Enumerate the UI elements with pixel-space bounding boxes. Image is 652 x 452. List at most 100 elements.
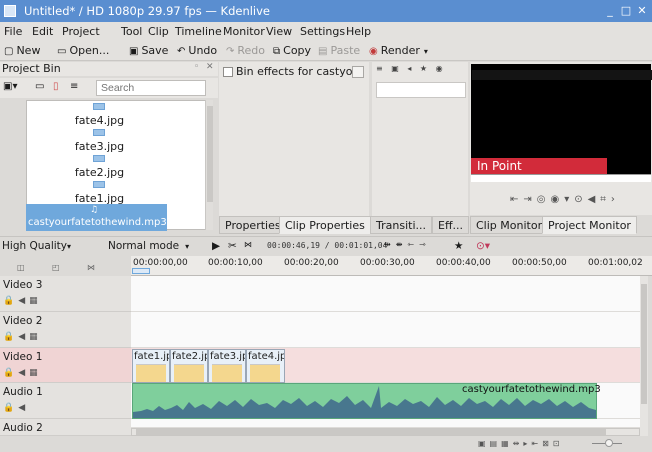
bin-effects-label: Bin effects for castyo... (236, 65, 363, 78)
scrollbar-thumb[interactable] (207, 106, 213, 202)
effect-stack-panel: Bin effects for castyo... (219, 62, 369, 230)
paste-button[interactable]: ▤ Paste (318, 44, 360, 57)
track-video2[interactable] (131, 312, 640, 348)
list-item[interactable]: fate3.jpg (27, 140, 172, 153)
zone-marker[interactable] (132, 268, 150, 274)
menu-help[interactable]: Help (346, 25, 371, 38)
track-header-video1[interactable]: Video 1 🔒◀▦ (0, 348, 131, 383)
video-clip[interactable]: fate2.jpg (170, 349, 208, 383)
clip-label: fate4.jpg (248, 351, 284, 362)
monitor-controls[interactable]: ⇤⇥◎◉▾⊙◀⌗› (510, 194, 650, 208)
monitor-ruler[interactable] (471, 174, 651, 182)
track-header-video2[interactable]: Video 2 🔒◀▦ (0, 312, 131, 348)
quality-dropdown[interactable]: High Quality▾ (2, 240, 71, 252)
video-clip[interactable]: fate4.jpg (246, 349, 285, 383)
expand-icon[interactable]: ◰ (52, 263, 60, 272)
menu-edit[interactable]: Edit (32, 25, 53, 38)
collapse-icon[interactable]: ◫ (17, 263, 25, 272)
menu-clip[interactable]: Clip (148, 25, 169, 38)
timeline-action-icons[interactable]: ⇹⇼⇽⇾ (384, 240, 431, 249)
color-guide-icon[interactable]: ⊙▾ (476, 240, 490, 252)
save-icon: ▣ (129, 46, 139, 57)
timeline-vertical-scrollbar[interactable] (640, 276, 648, 436)
audio-thumbnail-icon: ♫ (90, 205, 99, 215)
scrollbar-thumb[interactable] (641, 284, 647, 404)
properties-toolbar-icons[interactable]: ≡ ▣ ◂ ★ ◉ (376, 64, 466, 78)
menu-settings[interactable]: Settings (300, 25, 345, 38)
redo-icon: ↷ (226, 46, 235, 57)
folder-icon: ▭ (57, 46, 67, 57)
search-input[interactable] (96, 80, 206, 96)
save-button[interactable]: ▣ Save (129, 44, 168, 57)
clip-thumbnail (174, 364, 204, 382)
tab-clip-properties[interactable]: Clip Properties (279, 216, 371, 234)
add-clip-icon[interactable]: ▭ (35, 81, 44, 92)
track-header-audio2[interactable]: Audio 2 (0, 419, 131, 436)
chevron-down-icon: ▾ (67, 242, 72, 251)
list-item[interactable]: fate2.jpg (27, 166, 172, 179)
menu-view[interactable]: View (266, 25, 292, 38)
scrollbar-thumb[interactable] (136, 429, 606, 435)
menu-icon[interactable]: ≡ (70, 81, 78, 92)
menu-file[interactable]: File (4, 25, 22, 38)
track-video3[interactable] (131, 276, 640, 312)
list-item-selected[interactable]: ♫ castyourfatetothewind.mp3 (26, 204, 167, 231)
track-controls-icons[interactable]: 🔒◀▦ (3, 332, 42, 342)
menu-timeline[interactable]: Timeline (175, 25, 222, 38)
tab-effects[interactable]: Eff... (432, 216, 470, 234)
edit-mode-dropdown[interactable]: Normal mode ▾ (108, 240, 189, 252)
image-thumbnail-icon (93, 129, 105, 136)
video-clip[interactable]: fate3.jpg (208, 349, 246, 383)
tab-clip-monitor[interactable]: Clip Monitor (470, 216, 549, 234)
video-clip[interactable]: fate1.jpg (132, 349, 170, 383)
compare-icon[interactable] (352, 66, 364, 78)
track-controls-icons[interactable]: 🔒◀▦ (3, 368, 42, 378)
minimize-icon[interactable]: _ (604, 5, 616, 17)
ruler-tick-label: 00:00:50,00 (512, 258, 567, 268)
track-name: Audio 2 (3, 422, 43, 434)
ruler-tick-label: 00:00:00,00 (133, 258, 188, 268)
copy-button[interactable]: ⧉ Copy (273, 44, 311, 57)
position-icon[interactable]: ⋈ (87, 263, 95, 272)
menu-project[interactable]: Project (62, 25, 100, 38)
new-button[interactable]: ▢ New (4, 44, 40, 57)
in-point-marker: In Point (471, 158, 607, 174)
delete-clip-icon[interactable]: ▯ (53, 81, 59, 92)
status-bar-icons[interactable]: ▣▤▦⇹▸⇤⊠⊡ (478, 439, 564, 448)
zoom-slider-handle[interactable] (605, 439, 613, 447)
track-controls-icons[interactable]: 🔒◀▦ (3, 296, 42, 306)
tab-project-monitor[interactable]: Project Monitor (542, 216, 637, 234)
render-button[interactable]: ◉ Render ▾ (369, 44, 428, 57)
bin-effects-checkbox[interactable] (223, 67, 233, 77)
ruler-tick-label: 00:00:20,00 (284, 258, 339, 268)
track-header-audio1[interactable]: Audio 1 🔒◀ (0, 383, 131, 419)
properties-field[interactable] (376, 82, 466, 98)
selection-tool-icon[interactable]: ▶ (212, 240, 220, 252)
spacer-tool-icon[interactable]: ⋈ (244, 240, 252, 249)
track-audio2[interactable] (131, 419, 640, 428)
razor-tool-icon[interactable]: ✂ (228, 240, 237, 252)
tab-properties[interactable]: Properties (219, 216, 287, 234)
float-panel-icon[interactable]: ◦ (194, 62, 199, 72)
track-name: Video 2 (3, 315, 43, 327)
view-mode-icon[interactable]: ▣▾ (3, 81, 17, 92)
timeline-ruler[interactable]: 00:00:00,00 00:00:10,00 00:00:20,00 00:0… (131, 256, 652, 276)
favorite-icon[interactable]: ★ (454, 240, 463, 252)
ruler-tick-label: 00:00:30,00 (360, 258, 415, 268)
close-panel-icon[interactable]: ✕ (206, 62, 214, 72)
undo-button[interactable]: ↶ Undo (177, 44, 217, 57)
timeline-horizontal-scrollbar[interactable] (131, 428, 640, 436)
bin-scrollbar[interactable] (205, 100, 213, 230)
track-controls-icons[interactable]: 🔒◀ (3, 403, 29, 413)
close-icon[interactable]: ✕ (636, 5, 648, 17)
redo-button[interactable]: ↷ Redo (226, 44, 265, 57)
maximize-icon[interactable]: □ (620, 5, 632, 17)
track-header-video3[interactable]: Video 3 🔒◀▦ (0, 276, 131, 312)
menu-monitor[interactable]: Monitor (223, 25, 265, 38)
chevron-down-icon: ▾ (185, 242, 190, 251)
tab-transitions[interactable]: Transiti... (370, 216, 432, 234)
menu-tool[interactable]: Tool (121, 25, 142, 38)
list-item[interactable]: fate4.jpg (27, 114, 172, 127)
open-button[interactable]: ▭ Open... (57, 44, 109, 57)
kdenlive-window: Untitled* / HD 1080p 29.97 fps — Kdenliv… (0, 0, 652, 452)
